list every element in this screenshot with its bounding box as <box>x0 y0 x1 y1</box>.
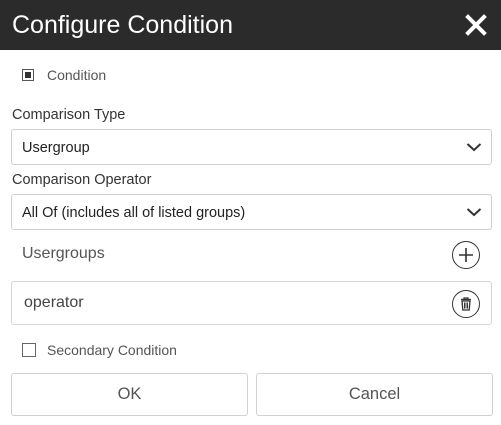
comparison-operator-select[interactable]: All Of (includes all of listed groups) <box>11 194 492 230</box>
comparison-type-select[interactable]: Usergroup <box>11 129 492 165</box>
secondary-condition-label: Secondary Condition <box>47 342 177 358</box>
comparison-type-label: Comparison Type <box>12 107 126 123</box>
usergroup-name: operator <box>24 294 84 311</box>
chevron-down-icon <box>466 143 482 152</box>
condition-label: Condition <box>47 67 107 83</box>
chevron-down-icon <box>466 208 482 217</box>
cancel-button[interactable]: Cancel <box>256 373 493 416</box>
usergroups-label: Usergroups <box>22 245 105 262</box>
comparison-type-value: Usergroup <box>22 140 90 156</box>
secondary-condition-row[interactable]: Secondary Condition <box>22 341 192 361</box>
delete-usergroup-button[interactable] <box>452 290 480 318</box>
plus-circle-icon <box>459 248 473 262</box>
add-usergroup-button[interactable] <box>452 241 480 269</box>
condition-checkbox-row[interactable]: Condition <box>22 66 142 86</box>
dialog-title: Configure Condition <box>12 11 233 39</box>
trash-icon <box>461 297 471 311</box>
ok-button[interactable]: OK <box>11 373 248 416</box>
usergroup-list-item: operator <box>11 281 492 325</box>
secondary-condition-checkbox[interactable] <box>22 343 36 357</box>
comparison-operator-label: Comparison Operator <box>12 172 152 188</box>
condition-checkbox[interactable] <box>22 69 34 81</box>
dialog-titlebar: Configure Condition <box>0 0 501 50</box>
close-icon <box>465 14 487 36</box>
close-button[interactable] <box>462 11 490 39</box>
comparison-operator-value: All Of (includes all of listed groups) <box>22 205 246 221</box>
